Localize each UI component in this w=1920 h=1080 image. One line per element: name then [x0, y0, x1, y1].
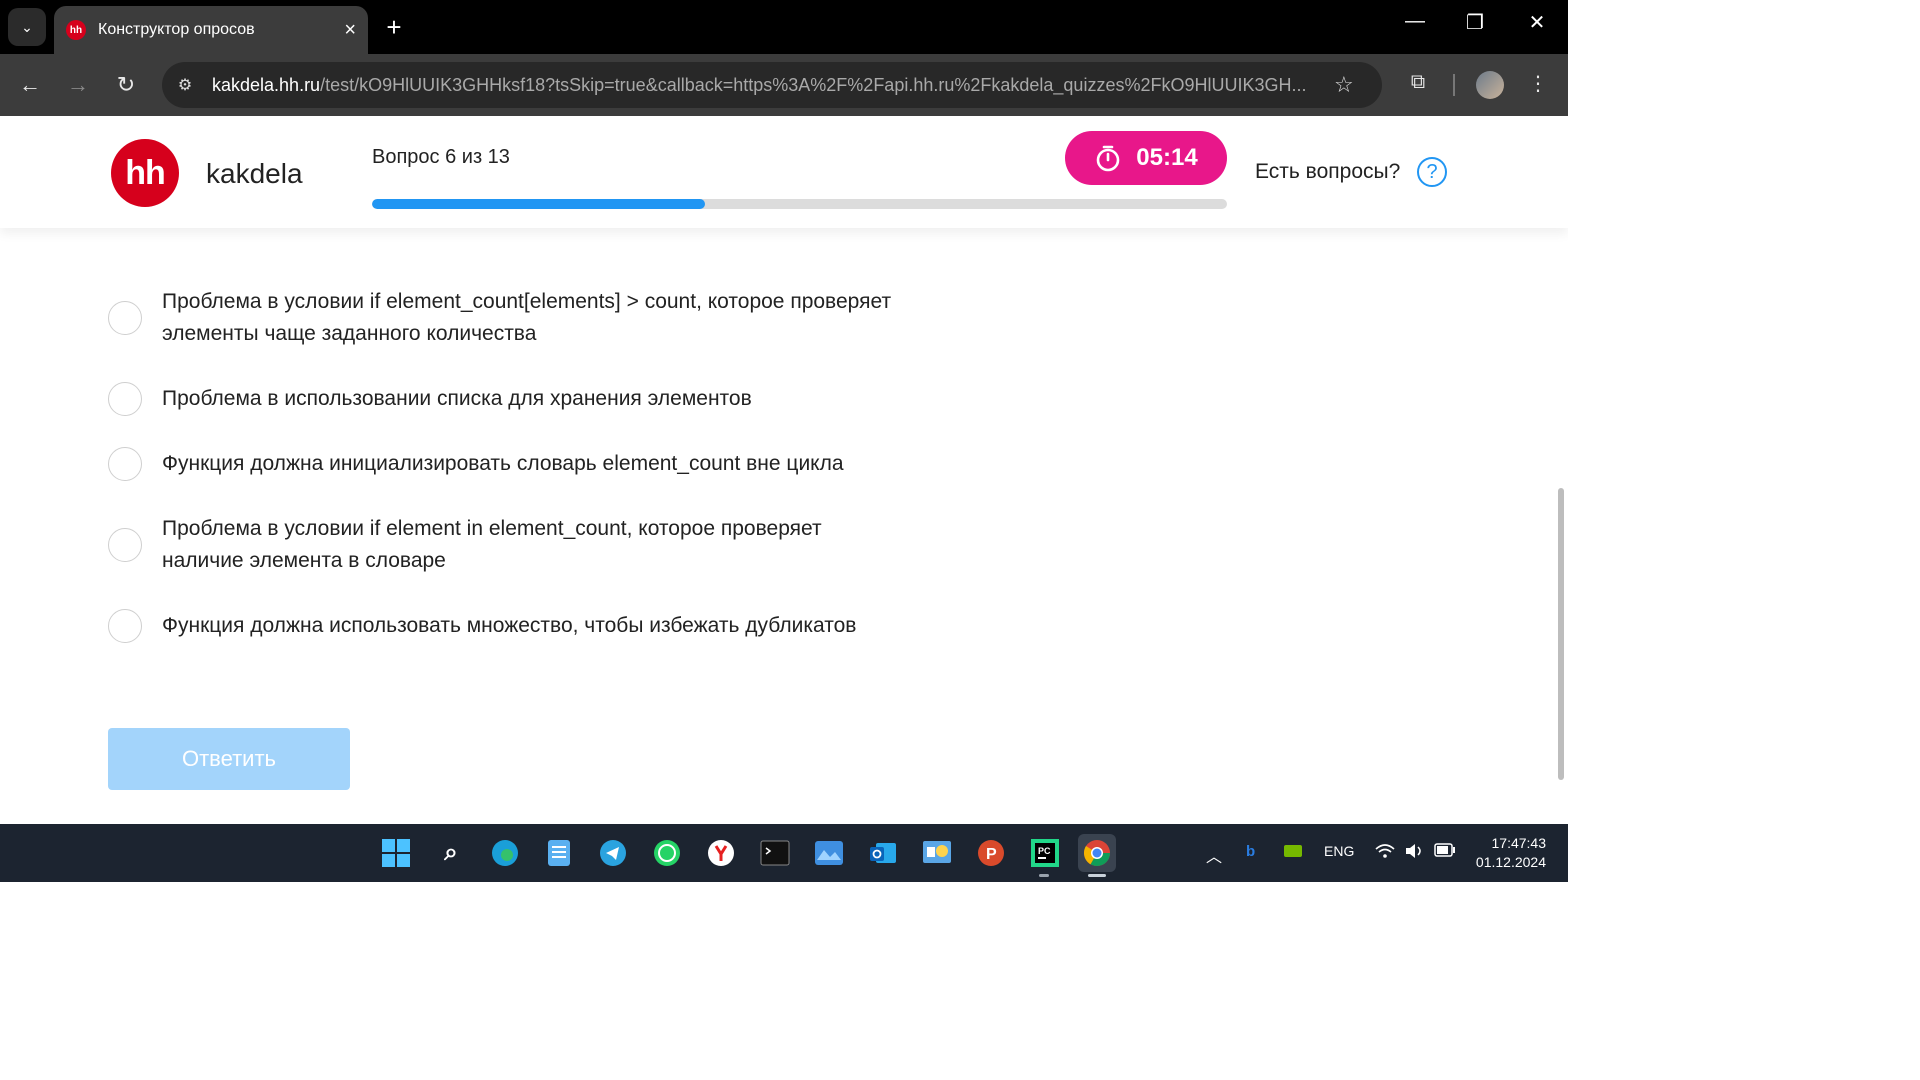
- new-tab-button[interactable]: +: [380, 12, 408, 43]
- answer-option[interactable]: Проблема в условии if element_count[elem…: [108, 286, 928, 350]
- site-info-icon[interactable]: ⚙: [168, 68, 202, 102]
- outlook-icon[interactable]: [864, 834, 902, 872]
- answer-option[interactable]: Функция должна инициализировать словарь …: [108, 447, 928, 481]
- answer-option-text: Функция должна использовать множество, ч…: [162, 614, 857, 637]
- timer-badge: 05:14: [1065, 131, 1227, 185]
- bookmark-star-icon[interactable]: ☆: [1334, 72, 1354, 98]
- quiz-header: hh kakdela Вопрос 6 из 13 05:14 Есть воп…: [0, 116, 1568, 228]
- extensions-puzzle-icon[interactable]: ⧉: [1404, 71, 1432, 94]
- browser-toolbar: ← → ↻ ⚙ kakdela.hh.ru/test/kO9HlUUIK3GHH…: [0, 54, 1568, 116]
- close-tab-icon[interactable]: ×: [344, 19, 356, 42]
- radio-button[interactable]: [108, 609, 142, 643]
- minimize-icon[interactable]: —: [1399, 10, 1431, 33]
- volume-icon[interactable]: [1404, 843, 1426, 863]
- svg-text:P: P: [986, 846, 997, 863]
- answer-option[interactable]: Проблема в использовании списка для хран…: [108, 382, 928, 416]
- yandex-icon[interactable]: [702, 834, 740, 872]
- nvidia-icon[interactable]: [1284, 843, 1302, 863]
- terminal-icon[interactable]: [756, 834, 794, 872]
- bing-icon[interactable]: b: [1246, 843, 1255, 860]
- close-window-icon[interactable]: ✕: [1521, 10, 1553, 35]
- show-hidden-icons-chevron-icon[interactable]: ︿: [1206, 843, 1222, 867]
- url-text[interactable]: kakdela.hh.ru/test/kO9HlUUIK3GHHksf18?ts…: [212, 75, 1322, 96]
- browser-tab[interactable]: hh Конструктор опросов ×: [54, 6, 368, 54]
- photos-icon[interactable]: [810, 834, 848, 872]
- submit-answer-button[interactable]: Ответить: [108, 728, 350, 790]
- chrome-icon[interactable]: [1078, 834, 1116, 872]
- forward-arrow-icon[interactable]: →: [64, 71, 92, 99]
- timer-value: 05:14: [1136, 144, 1198, 171]
- progress-bar: [372, 199, 1227, 209]
- quiz-page: hh kakdela Вопрос 6 из 13 05:14 Есть воп…: [0, 116, 1568, 824]
- help-link[interactable]: Есть вопросы?: [1255, 160, 1400, 184]
- svg-text:PC: PC: [1038, 846, 1051, 856]
- system-clock[interactable]: 17:47:43 01.12.2024: [1468, 834, 1546, 872]
- radio-button[interactable]: [108, 447, 142, 481]
- toolbar-divider: [1453, 74, 1455, 96]
- chevron-down-icon: ⌄: [21, 18, 33, 35]
- radio-button[interactable]: [108, 301, 142, 335]
- address-bar[interactable]: ⚙ kakdela.hh.ru/test/kO9HlUUIK3GHHksf18?…: [162, 62, 1382, 108]
- radio-button[interactable]: [108, 528, 142, 562]
- edge-icon[interactable]: [486, 834, 524, 872]
- search-icon[interactable]: ⌕: [432, 834, 470, 872]
- battery-icon[interactable]: [1434, 843, 1456, 861]
- stopwatch-icon: [1096, 145, 1120, 172]
- control-panel-icon[interactable]: [918, 834, 956, 872]
- url-path: /test/kO9HlUUIK3GHHksf18?tsSkip=true&cal…: [320, 74, 1307, 95]
- progress-bar-fill: [372, 199, 706, 209]
- pycharm-icon[interactable]: PC: [1026, 834, 1064, 872]
- wifi-icon[interactable]: [1375, 843, 1395, 863]
- brand-name: kakdela: [206, 158, 303, 189]
- answer-option-text: Проблема в использовании списка для хран…: [162, 387, 752, 410]
- url-host: kakdela.hh.ru: [212, 74, 321, 95]
- clock-date: 01.12.2024: [1475, 854, 1546, 870]
- profile-avatar[interactable]: [1476, 71, 1504, 99]
- psiphon-icon[interactable]: P: [972, 834, 1010, 872]
- hh-favicon-icon: hh: [66, 20, 86, 40]
- answer-option-text: Функция должна инициализировать словарь …: [162, 452, 844, 475]
- notepad-icon[interactable]: [540, 834, 578, 872]
- page-scrollbar[interactable]: [1558, 488, 1564, 780]
- hh-logo[interactable]: hh: [111, 139, 179, 207]
- restore-window-icon[interactable]: ❐: [1459, 10, 1491, 35]
- answer-option-text: Проблема в условии if element in element…: [162, 517, 822, 572]
- clock-time: 17:47:43: [1491, 835, 1547, 851]
- tab-title: Конструктор опросов: [98, 21, 255, 38]
- radio-button[interactable]: [108, 382, 142, 416]
- more-menu-icon[interactable]: ⋮: [1524, 71, 1552, 96]
- windows-taskbar: ⌕ P PC ︿ b ENG 17:47:43 01.12.2024: [0, 824, 1568, 882]
- tab-search-button[interactable]: ⌄: [8, 8, 46, 46]
- whatsapp-icon[interactable]: [648, 834, 686, 872]
- app-active-indicator: [1088, 874, 1106, 877]
- app-running-indicator: [1039, 874, 1049, 877]
- question-counter: Вопрос 6 из 13: [372, 146, 510, 168]
- telegram-icon[interactable]: [594, 834, 632, 872]
- language-indicator[interactable]: ENG: [1324, 843, 1354, 859]
- back-arrow-icon[interactable]: ←: [16, 71, 44, 99]
- windows-start-icon[interactable]: [377, 834, 415, 872]
- answer-option-text: Проблема в условии if element_count[elem…: [162, 290, 892, 345]
- question-mark-icon[interactable]: ?: [1417, 157, 1447, 187]
- browser-tab-bar: ⌄ hh Конструктор опросов × + — ❐ ✕: [0, 0, 1568, 54]
- reload-icon[interactable]: ↻: [112, 71, 140, 99]
- answer-option[interactable]: Проблема в условии if element in element…: [108, 513, 828, 577]
- answer-option[interactable]: Функция должна использовать множество, ч…: [108, 609, 928, 643]
